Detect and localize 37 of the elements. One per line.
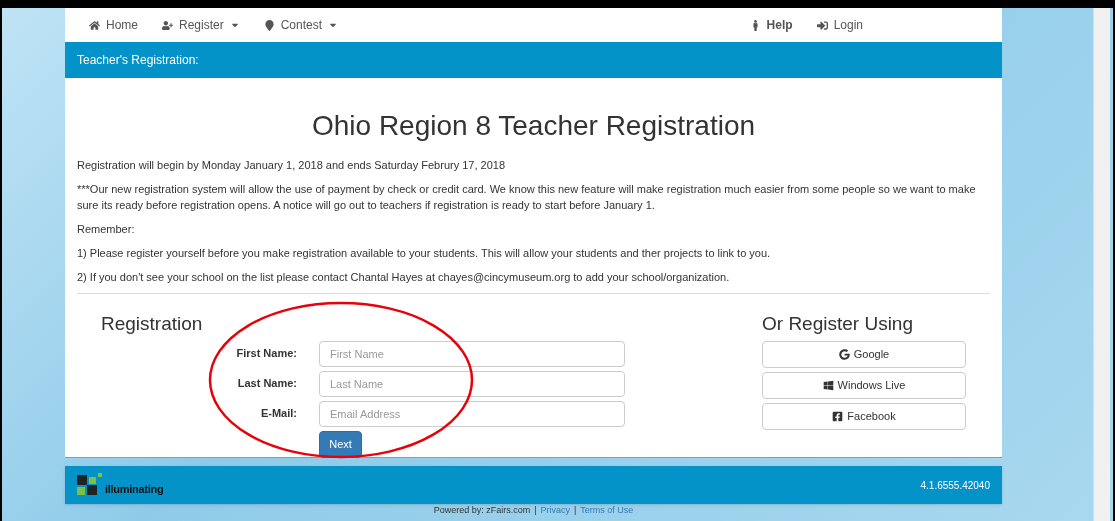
text-field[interactable]: First Name <box>319 340 625 367</box>
nav-link[interactable]: Login <box>816 16 863 34</box>
social-login-button[interactable]: Windows Live <box>762 371 966 399</box>
footer-text: | <box>534 505 537 515</box>
social-heading: Or Register Using <box>762 312 914 336</box>
field-label: E-Mail: <box>259 406 297 422</box>
nav-link[interactable]: Register <box>162 16 240 34</box>
logo-text: illuminating <box>105 481 164 497</box>
home-icon <box>89 19 100 31</box>
nav-link[interactable]: Home <box>89 16 138 34</box>
text-field[interactable]: Email Address <box>319 400 625 427</box>
text-field[interactable]: Last Name <box>319 370 625 397</box>
paragraph: Registration will begin by Monday January 1, 2018 and ends Saturday Februry 17, 2018 <box>77 158 507 173</box>
social-login-button[interactable]: Google <box>762 340 966 368</box>
registration-heading: Registration <box>101 312 204 336</box>
paragraph: ***Our new registration system will allow the use of payment by check or credit card. We know this new feature will make registration much easier from some people so we want to make sure its ready before registration opens. A notice will go out to teachers if registration is ready to start before January 1. <box>77 182 977 213</box>
windows-logo-icon <box>822 379 834 391</box>
footer-text: | <box>574 505 577 515</box>
nav-link[interactable]: Help <box>749 16 793 34</box>
paragraph: 2) If you don't see your school on the list please contact Chantal Hayes at chayes@cincymuseum.org to add your school/organization. <box>77 270 731 285</box>
footer-text: Powered by: zFairs.com <box>433 505 531 515</box>
logo-icon <box>77 473 103 497</box>
facebook-logo-icon <box>832 410 844 422</box>
nav-link[interactable]: Contest <box>263 16 339 34</box>
section-title: Teacher's Registration: <box>77 52 199 69</box>
user-plus-icon <box>162 19 173 31</box>
sign-in-icon <box>816 19 828 31</box>
map-pin-icon <box>263 19 275 31</box>
version-text: 4.1.6555.42040 <box>920 478 990 493</box>
paragraph: 1) Please register yourself before you make registration available to your students. This will allow your students and ther projects to link to you. <box>77 246 772 261</box>
next-button[interactable]: Next <box>319 430 362 458</box>
paragraph: Remember: <box>77 222 136 237</box>
social-login-button[interactable]: Facebook <box>762 402 966 430</box>
page-title: Ohio Region 8 Teacher Registration <box>310 109 757 143</box>
field-label: Last Name: <box>236 376 297 392</box>
google-logo-icon <box>838 348 850 360</box>
field-label: First Name: <box>235 346 297 362</box>
